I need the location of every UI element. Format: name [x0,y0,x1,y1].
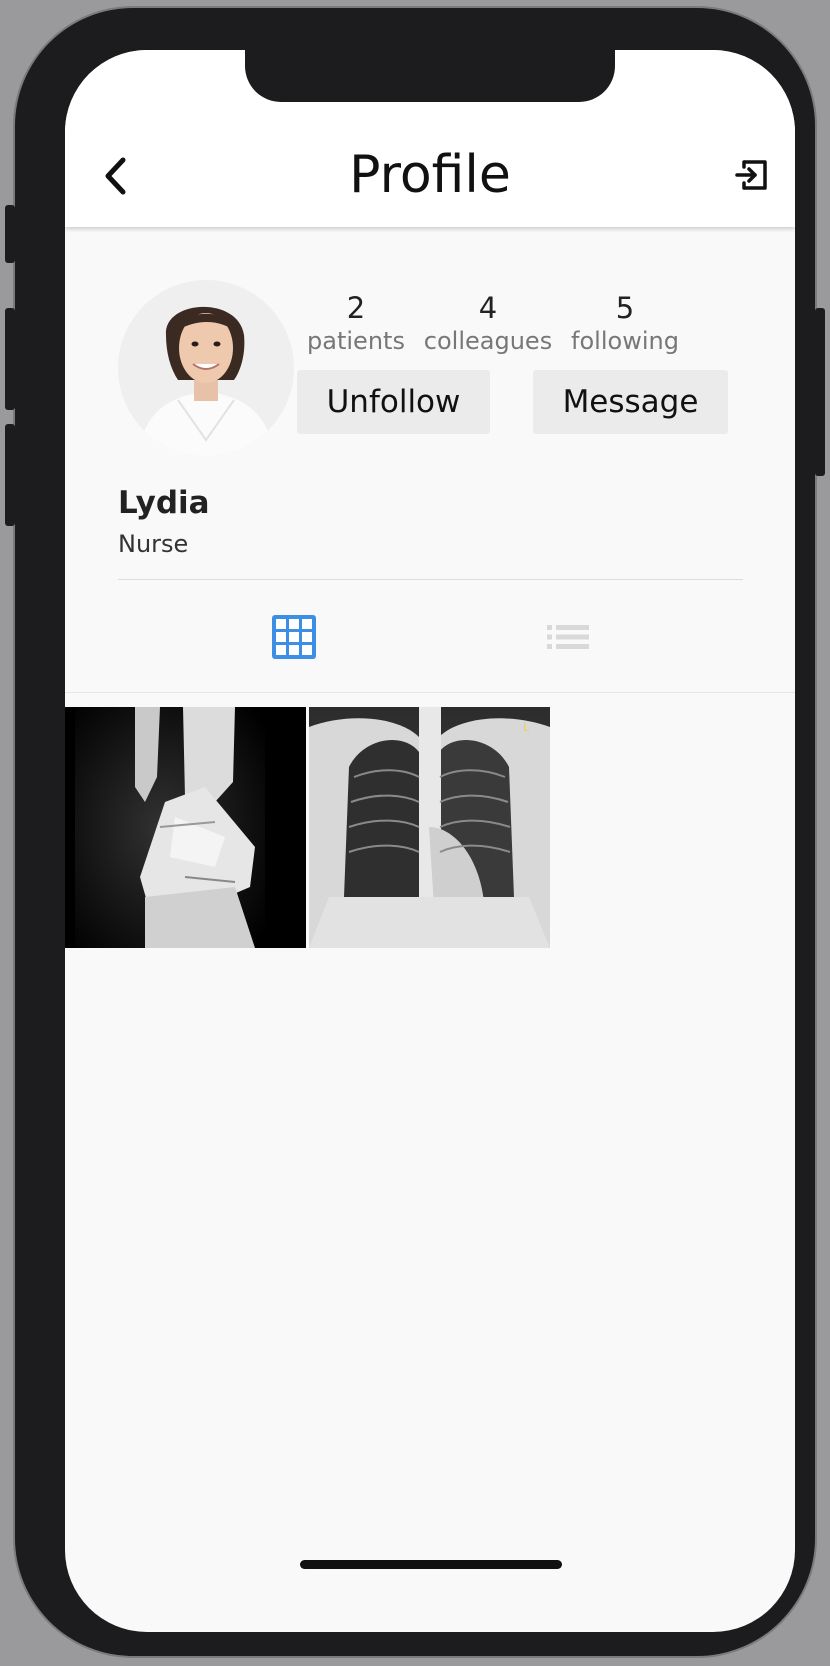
stat-following[interactable]: 5 following [555,290,695,356]
stat-patients-label: patients [307,327,405,355]
volume-down-button [5,424,15,526]
profile-role: Nurse [118,530,189,558]
phone-frame: Profile 2 patients 4 colleagues 5 follow… [5,8,825,1656]
avatar [118,280,294,456]
screen: Profile 2 patients 4 colleagues 5 follow… [65,50,795,1632]
stat-colleagues[interactable]: 4 colleagues [418,290,558,356]
page-title: Profile [349,145,511,205]
volume-up-button [5,308,15,410]
stat-colleagues-label: colleagues [423,327,553,355]
stat-following-value: 5 [615,291,635,325]
logout-icon[interactable] [734,157,770,193]
stat-patients-value: 2 [346,291,366,325]
list-icon[interactable] [547,622,589,652]
svg-text:L: L [523,721,530,734]
notch [245,50,615,102]
stat-following-label: following [571,327,679,355]
grid-icon[interactable] [271,614,317,660]
post-thumbnail-leg-xray[interactable] [65,707,306,948]
tab-divider [65,692,795,693]
power-button [815,308,825,476]
home-indicator[interactable] [300,1560,562,1569]
post-thumbnail-chest-xray[interactable]: L [309,707,550,948]
stat-patients[interactable]: 2 patients [286,290,426,356]
profile-name: Lydia [118,485,210,521]
unfollow-button[interactable]: Unfollow [297,370,490,434]
silent-switch [5,205,15,263]
divider [118,579,743,580]
message-button[interactable]: Message [533,370,728,434]
stat-colleagues-value: 4 [478,291,498,325]
